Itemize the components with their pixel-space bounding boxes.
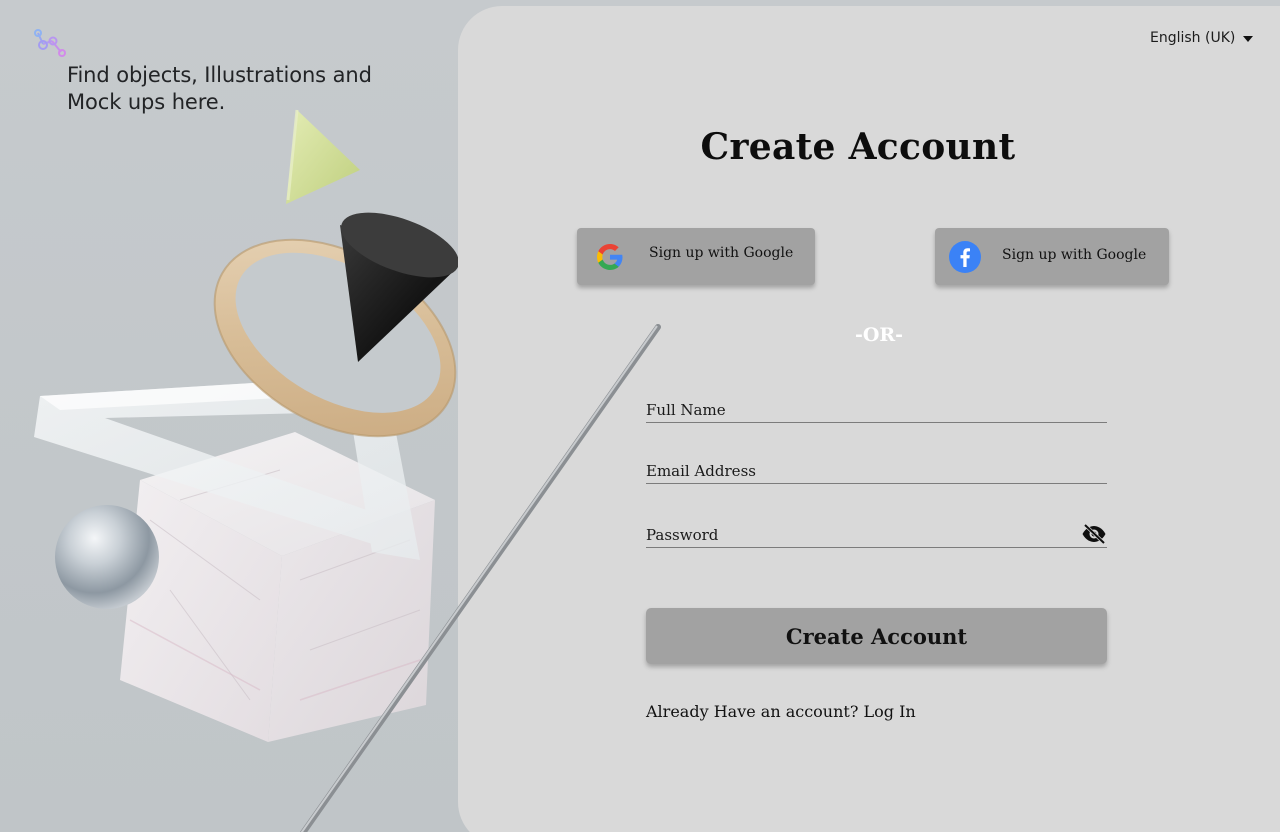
password-field — [646, 523, 1107, 548]
facebook-icon — [949, 241, 981, 273]
login-link[interactable]: Log In — [864, 702, 916, 721]
facebook-signup-button[interactable]: Sign up with Google — [935, 228, 1169, 285]
hero-tagline: Find objects, Illustrations and Mock ups… — [67, 63, 372, 114]
or-divider: -OR- — [854, 324, 904, 346]
language-label: English (UK) — [1150, 30, 1236, 46]
create-account-button[interactable]: Create Account — [646, 608, 1107, 664]
email-field — [646, 459, 1107, 484]
email-input[interactable] — [646, 459, 1066, 483]
google-signup-label: Sign up with Google — [649, 245, 794, 261]
google-signup-button[interactable]: Sign up with Google — [577, 228, 815, 285]
eye-off-icon[interactable] — [1081, 523, 1107, 545]
signup-page: Find objects, Illustrations and Mock ups… — [0, 0, 1280, 832]
login-prompt: Already Have an account? Log In — [646, 702, 916, 721]
page-title: Create Account — [700, 126, 1016, 168]
login-prompt-text: Already Have an account? — [646, 702, 859, 721]
full-name-field — [646, 398, 1107, 423]
green-cone — [286, 109, 360, 204]
language-selector[interactable]: English (UK) — [1150, 30, 1254, 46]
google-icon — [597, 244, 623, 270]
caret-down-icon — [1243, 36, 1254, 42]
molecule-logo-icon — [34, 29, 66, 57]
password-input[interactable] — [646, 523, 1066, 547]
facebook-signup-label: Sign up with Google — [1002, 247, 1147, 263]
hero-illustration — [34, 109, 460, 742]
metal-sphere — [55, 505, 159, 609]
full-name-input[interactable] — [646, 398, 1066, 422]
